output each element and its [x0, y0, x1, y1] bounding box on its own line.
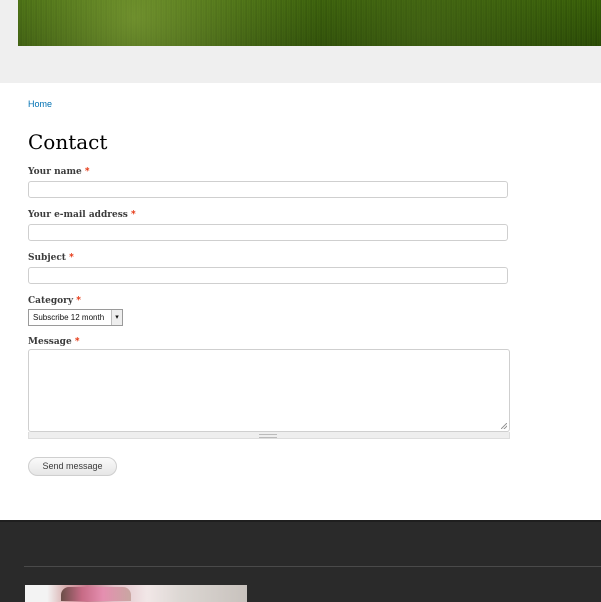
- resize-corner-icon[interactable]: [501, 423, 507, 429]
- dropdown-arrow-icon[interactable]: ▾: [111, 310, 122, 325]
- header-banner-image: [18, 0, 601, 46]
- footer-image: [25, 585, 247, 602]
- breadcrumb-home-link[interactable]: Home: [28, 99, 52, 109]
- email-label: Your e-mail address *: [28, 210, 136, 220]
- subject-label: Subject *: [28, 253, 74, 263]
- category-selected-value: Subscribe 12 month: [33, 313, 105, 322]
- page-title: Contact: [28, 130, 108, 154]
- footer-image-figure: [61, 587, 131, 601]
- footer: [0, 520, 601, 602]
- message-label: Message *: [28, 337, 80, 347]
- email-label-text: Your e-mail address: [28, 210, 128, 220]
- subject-field[interactable]: [28, 267, 508, 284]
- required-marker: *: [84, 167, 90, 177]
- message-label-text: Message: [28, 337, 72, 347]
- name-label-text: Your name: [28, 167, 82, 177]
- category-label-text: Category: [28, 296, 74, 306]
- required-marker: *: [74, 337, 80, 347]
- required-marker: *: [69, 253, 74, 263]
- send-message-button[interactable]: Send message: [28, 457, 117, 476]
- subject-label-text: Subject: [28, 253, 66, 263]
- required-marker: *: [76, 296, 82, 306]
- category-label: Category *: [28, 296, 81, 306]
- category-select[interactable]: Subscribe 12 month ▾: [28, 309, 123, 326]
- email-field[interactable]: [28, 224, 508, 241]
- required-marker: *: [131, 210, 136, 220]
- footer-divider: [24, 566, 601, 567]
- name-field[interactable]: [28, 181, 508, 198]
- message-textarea[interactable]: [28, 349, 510, 432]
- name-label: Your name *: [28, 167, 90, 177]
- textarea-resize-handle[interactable]: [28, 432, 510, 439]
